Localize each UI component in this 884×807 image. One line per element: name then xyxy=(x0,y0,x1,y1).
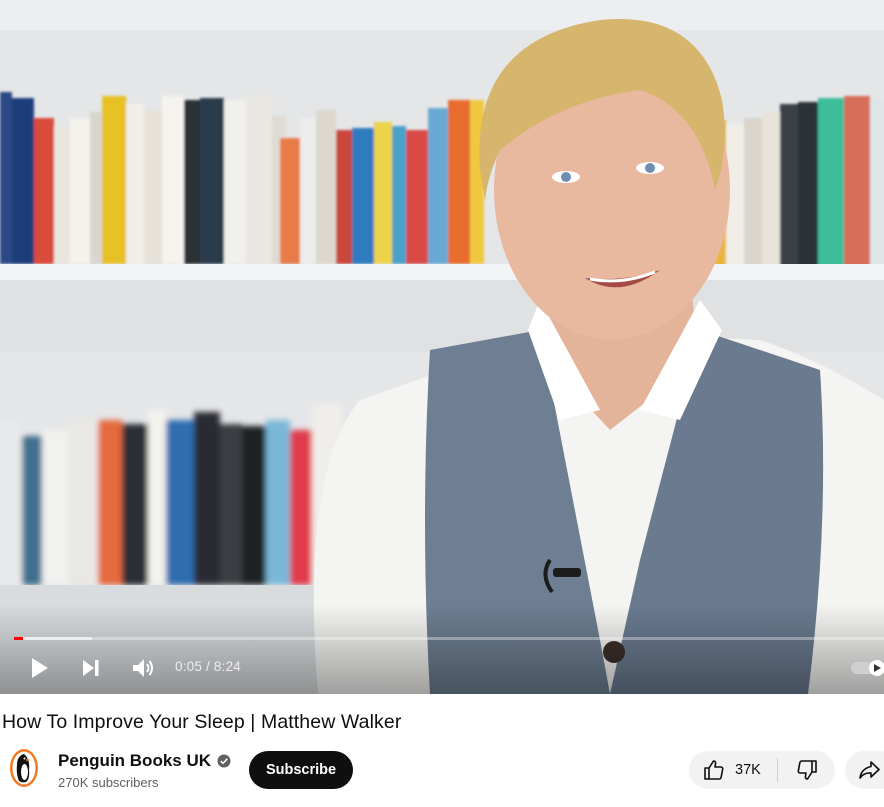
channel-avatar[interactable] xyxy=(4,748,44,788)
next-icon xyxy=(83,660,99,676)
channel-name[interactable]: Penguin Books UK xyxy=(58,751,211,771)
channel-name-row[interactable]: Penguin Books UK xyxy=(58,751,231,771)
play-icon xyxy=(32,658,48,678)
autoplay-toggle-icon xyxy=(851,660,884,676)
next-button[interactable] xyxy=(77,655,105,681)
subscribe-button[interactable]: Subscribe xyxy=(249,751,353,789)
share-button[interactable] xyxy=(845,751,884,789)
autoplay-toggle[interactable] xyxy=(851,660,884,676)
thumbs-up-icon xyxy=(704,760,724,780)
like-button[interactable]: 37K xyxy=(689,751,777,789)
volume-button[interactable] xyxy=(128,654,158,682)
video-player[interactable]: 0:05 / 8:24 xyxy=(0,0,884,694)
video-frame xyxy=(0,0,884,694)
penguin-logo-icon xyxy=(10,749,38,787)
time-display: 0:05 / 8:24 xyxy=(175,659,242,674)
like-dislike-group: 37K xyxy=(689,751,835,789)
share-icon xyxy=(859,761,880,779)
like-count: 37K xyxy=(735,762,761,778)
subscriber-count: 270K subscribers xyxy=(58,775,159,790)
video-title: How To Improve Your Sleep | Matthew Walk… xyxy=(2,711,402,733)
thumbs-down-icon xyxy=(797,760,817,780)
verified-check-icon xyxy=(217,754,231,768)
progress-bar[interactable] xyxy=(14,637,884,640)
play-button[interactable] xyxy=(25,654,53,682)
volume-icon xyxy=(133,659,153,677)
buffered-bar xyxy=(14,637,93,640)
played-bar xyxy=(14,637,23,640)
dislike-button[interactable] xyxy=(778,751,835,789)
